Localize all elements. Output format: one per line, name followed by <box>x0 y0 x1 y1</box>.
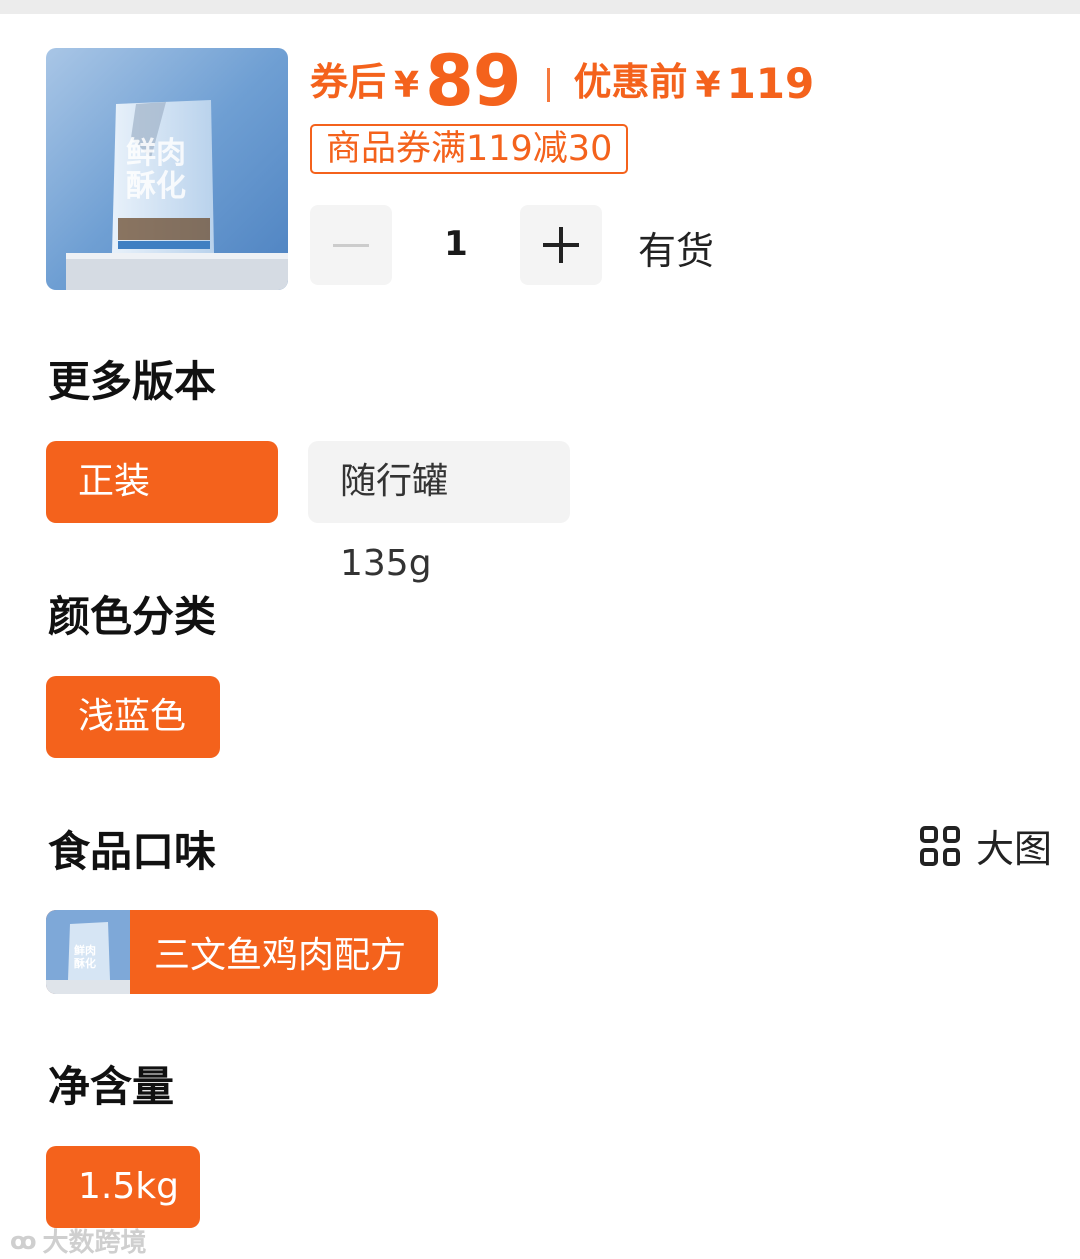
svg-text:酥化: 酥化 <box>74 956 96 970</box>
before-discount-price: 119 <box>726 59 815 108</box>
flavor-label: 三文鱼鸡肉配方 <box>154 935 407 976</box>
option-version-travel-can[interactable]: 随行罐135g <box>308 441 570 584</box>
svg-text:鲜肉: 鲜肉 <box>74 943 96 957</box>
watermark: ꝏ 大数跨境 <box>10 1222 147 1259</box>
svg-text:鲜肉: 鲜肉 <box>126 136 186 171</box>
quantity-value[interactable]: 1 <box>430 224 482 264</box>
grid-view-icon <box>920 825 960 866</box>
watermark-text: 大数跨境 <box>42 1228 147 1258</box>
after-coupon-price: 89 <box>425 40 521 122</box>
option-color-light-blue[interactable]: 浅蓝色 <box>46 676 220 758</box>
flavor-thumbnail: 鲜肉 酥化 <box>46 910 130 994</box>
svg-text:酥化: 酥化 <box>126 169 186 204</box>
big-image-toggle[interactable]: 大图 <box>920 818 1052 873</box>
price-divider <box>546 68 550 102</box>
watermark-logo-icon: ꝏ <box>10 1226 37 1255</box>
minus-icon <box>333 244 369 247</box>
option-version-standard[interactable]: 正装1.5kg <box>46 441 278 584</box>
top-divider-bar <box>0 0 1080 14</box>
section-title-net-weight: 净含量 <box>48 1062 175 1111</box>
currency-symbol-before: ¥ <box>695 65 721 106</box>
product-image[interactable]: 鲜肉 酥化 <box>46 48 288 290</box>
big-image-label: 大图 <box>976 827 1053 871</box>
before-discount-label: 优惠前 <box>573 60 688 104</box>
section-title-color: 颜色分类 <box>48 592 217 641</box>
currency-symbol: ¥ <box>394 65 420 106</box>
price-row: 券后 ¥ 89 优惠前 ¥ 119 <box>310 40 814 116</box>
after-coupon-label: 券后 <box>310 60 387 104</box>
quantity-decrease-button[interactable] <box>310 205 392 285</box>
quantity-increase-button[interactable] <box>520 205 602 285</box>
coupon-badge[interactable]: 商品券满119减30 <box>310 124 629 174</box>
option-net-weight-1-5kg[interactable]: 1.5kg <box>46 1146 200 1228</box>
section-title-version: 更多版本 <box>48 357 217 406</box>
section-title-flavor: 食品口味 <box>48 827 217 876</box>
option-flavor-salmon-chicken[interactable]: 鲜肉 酥化 三文鱼鸡肉配方 <box>46 910 439 994</box>
stock-status: 有货 <box>638 229 715 273</box>
